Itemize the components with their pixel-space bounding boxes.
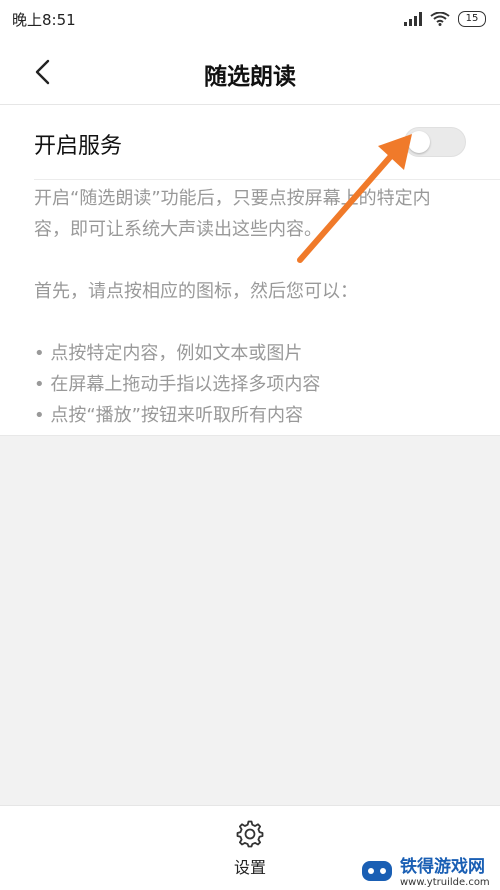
service-toggle-row[interactable]: 开启服务 <box>0 105 500 180</box>
settings-label: 设置 <box>233 858 266 877</box>
app-header: 随选朗读 <box>0 38 500 105</box>
settings-button[interactable]: 设置 <box>220 820 280 880</box>
page-title: 随选朗读 <box>204 64 296 90</box>
status-bar: 晚上8:51 15 <box>0 0 500 38</box>
description-bullet-1: • 点按特定内容，例如文本或图片 <box>34 343 303 364</box>
signal-icon <box>404 12 422 26</box>
toggle-knob <box>408 131 430 153</box>
gear-icon <box>236 820 264 848</box>
battery-icon: 15 <box>458 11 486 27</box>
service-label: 开启服务 <box>34 134 123 159</box>
description-first: 首先，请点按相应的图标，然后您可以： <box>34 281 358 302</box>
site-logo-icon <box>362 861 392 881</box>
description-intro: 开启“随选朗读”功能后，只要点按屏幕上的特定内容，即可让系统大声读出这些内容。 <box>34 188 431 240</box>
row-divider <box>34 179 500 180</box>
watermark-url: www.ytruilde.com <box>400 877 490 888</box>
site-watermark: 铁得游戏网 www.ytruilde.com <box>360 852 490 888</box>
description-bullet-2: • 在屏幕上拖动手指以选择多项内容 <box>34 374 321 395</box>
description-bullet-3: • 点按“播放”按钮来听取所有内容 <box>34 405 303 426</box>
wifi-icon <box>430 12 450 26</box>
watermark-name: 铁得游戏网 <box>400 857 485 877</box>
settings-content: 开启服务 开启“随选朗读”功能后，只要点按屏幕上的特定内容，即可让系统大声读出这… <box>0 105 500 436</box>
service-toggle-switch[interactable] <box>404 127 466 157</box>
status-time: 晚上8:51 <box>12 10 76 29</box>
feature-description: 开启“随选朗读”功能后，只要点按屏幕上的特定内容，即可让系统大声读出这些内容。 … <box>34 183 454 431</box>
status-icons: 15 <box>404 11 486 27</box>
